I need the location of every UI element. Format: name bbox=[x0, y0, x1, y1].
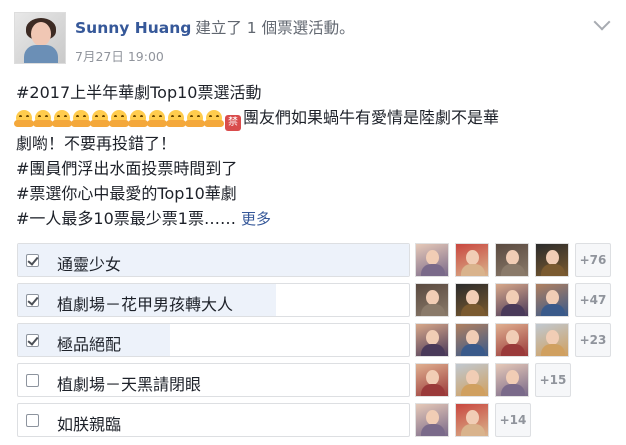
post-body: #2017上半年華劇Top10票選活動 禁團友們如果蝸牛有愛情是陸劇不是華 劇喲… bbox=[14, 80, 612, 232]
hug-emoji-icon bbox=[204, 110, 224, 127]
voter-avatar[interactable] bbox=[535, 243, 569, 277]
post-header: Sunny Huang 建立了 1 個票選活動。 7月27日 19:00 bbox=[14, 12, 614, 66]
poll-option-label: 極品絕配 bbox=[57, 335, 122, 354]
poll-option-checkbox[interactable] bbox=[26, 254, 39, 267]
poll-option-checkbox[interactable] bbox=[26, 294, 39, 307]
post-action-text: 建立了 1 個票選活動。 bbox=[195, 19, 355, 37]
author-name[interactable]: Sunny Huang bbox=[75, 19, 191, 37]
voter-avatar[interactable] bbox=[455, 243, 489, 277]
chevron-down-icon[interactable] bbox=[593, 13, 611, 31]
voter-avatar[interactable] bbox=[535, 283, 569, 317]
poll-option-label: 如朕親臨 bbox=[57, 415, 122, 434]
voter-count-badge[interactable]: +47 bbox=[575, 283, 611, 317]
poll-option-checkbox[interactable] bbox=[26, 334, 39, 347]
poll-option[interactable]: 如朕親臨 bbox=[17, 403, 410, 437]
post-title-line: #2017上半年華劇Top10票選活動 bbox=[16, 83, 262, 102]
hug-emoji-icon bbox=[128, 110, 148, 127]
hug-emoji-icon bbox=[52, 110, 72, 127]
voter-avatar[interactable] bbox=[495, 363, 529, 397]
voter-avatar[interactable] bbox=[455, 363, 489, 397]
voter-avatar[interactable] bbox=[535, 323, 569, 357]
poll-option[interactable]: 極品絕配 bbox=[17, 323, 410, 357]
hug-emoji-icon bbox=[166, 110, 186, 127]
voter-avatar[interactable] bbox=[415, 243, 449, 277]
voter-avatar[interactable] bbox=[455, 283, 489, 317]
post-line-6: #一人最多10票最少票1票…… 更多 bbox=[16, 206, 612, 232]
hug-emoji-icon bbox=[71, 110, 91, 127]
poll-option-label: 通靈少女 bbox=[57, 255, 122, 274]
voter-avatar[interactable] bbox=[495, 283, 529, 317]
voter-count-badge[interactable]: +23 bbox=[575, 323, 611, 357]
voter-avatar[interactable] bbox=[415, 363, 449, 397]
post-timestamp[interactable]: 7月27日 19:00 bbox=[75, 46, 164, 65]
hug-emoji-icon bbox=[14, 110, 34, 127]
hug-emoji-icon bbox=[33, 110, 53, 127]
poll-option-checkbox[interactable] bbox=[26, 414, 39, 427]
see-more-link[interactable]: 更多 bbox=[241, 210, 271, 228]
voter-avatar[interactable] bbox=[495, 323, 529, 357]
voter-avatar[interactable] bbox=[415, 403, 449, 437]
voter-count-badge[interactable]: +15 bbox=[535, 363, 571, 397]
voter-avatar[interactable] bbox=[415, 323, 449, 357]
hug-emoji-icon bbox=[109, 110, 129, 127]
post-headline: Sunny Huang 建立了 1 個票選活動。 bbox=[75, 16, 355, 38]
warning-text-2: 劇喲！不要再投錯了！ bbox=[16, 134, 177, 153]
emoji-row bbox=[14, 106, 225, 131]
voter-count-badge[interactable]: +14 bbox=[495, 403, 531, 437]
voter-count-badge[interactable]: +76 bbox=[575, 243, 611, 277]
poll-option[interactable]: 植劇場－天黑請閉眼 bbox=[17, 363, 410, 397]
poll-option-checkbox[interactable] bbox=[26, 374, 39, 387]
post-emoji-line: 禁團友們如果蝸牛有愛情是陸劇不是華 bbox=[14, 105, 612, 131]
warning-text-1: 團友們如果蝸牛有愛情是陸劇不是華 bbox=[243, 108, 500, 127]
poll-option-label: 植劇場－花甲男孩轉大人 bbox=[57, 295, 234, 314]
voter-avatar[interactable] bbox=[495, 243, 529, 277]
forbidden-icon: 禁 bbox=[225, 115, 241, 131]
voter-avatar[interactable] bbox=[455, 323, 489, 357]
voter-avatar[interactable] bbox=[455, 403, 489, 437]
voter-avatar[interactable] bbox=[415, 283, 449, 317]
post-line-5: #票選你心中最愛的Top10華劇 bbox=[16, 184, 237, 203]
hug-emoji-icon bbox=[147, 110, 167, 127]
poll-option[interactable]: 通靈少女 bbox=[17, 243, 410, 277]
post-line-6-text: #一人最多10票最少票1票…… bbox=[16, 209, 236, 228]
poll-option-label: 植劇場－天黑請閉眼 bbox=[57, 375, 202, 394]
poll-option[interactable]: 植劇場－花甲男孩轉大人 bbox=[17, 283, 410, 317]
post-line-4: #團員們浮出水面投票時間到了 bbox=[16, 159, 238, 178]
author-avatar[interactable] bbox=[14, 12, 66, 64]
hug-emoji-icon bbox=[185, 110, 205, 127]
hug-emoji-icon bbox=[90, 110, 110, 127]
